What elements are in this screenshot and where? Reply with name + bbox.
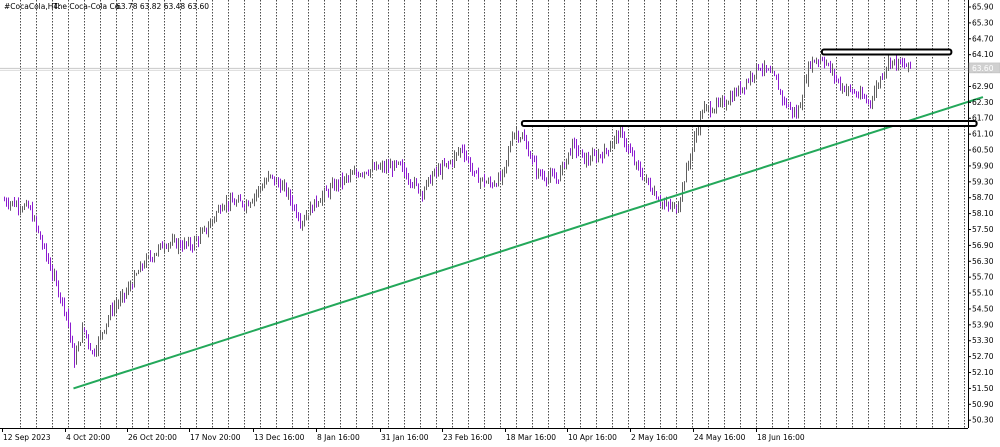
price-tick-label: 55.10 xyxy=(972,289,994,298)
time-tick-label: 13 Dec 16:00 xyxy=(254,433,305,442)
price-tick-label: 50.90 xyxy=(972,400,994,409)
price-tick-label: 55.70 xyxy=(972,273,994,282)
price-tick-label: 50.30 xyxy=(972,416,994,425)
time-tick-label: 2 May 16:00 xyxy=(631,433,678,442)
price-tick-label: 59.30 xyxy=(972,177,994,186)
price-tick-label: 64.10 xyxy=(972,50,994,59)
price-badge-label: 63.60 xyxy=(972,64,994,73)
price-chart[interactable]: 65.9065.3064.7064.1063.5062.9062.3061.70… xyxy=(0,0,1000,443)
chart-canvas[interactable]: 65.9065.3064.7064.1063.5062.9062.3061.70… xyxy=(0,0,1000,443)
instrument-name: The Coca-Cola Co. xyxy=(52,2,122,11)
time-tick-label: 26 Oct 20:00 xyxy=(128,433,177,442)
drawings[interactable] xyxy=(73,48,984,390)
resistance-line[interactable] xyxy=(520,120,978,128)
time-tick-label: 24 May 16:00 xyxy=(694,433,746,442)
time-tick-label: 17 Nov 20:00 xyxy=(190,433,241,442)
price-tick-label: 58.10 xyxy=(972,209,994,218)
grid xyxy=(20,0,965,428)
price-tick-label: 65.90 xyxy=(972,3,994,12)
bid-line xyxy=(0,67,968,71)
price-tick-label: 60.50 xyxy=(972,146,994,155)
candles xyxy=(4,51,911,368)
axes: 65.9065.3064.7064.1063.5062.9062.3061.70… xyxy=(0,0,1000,442)
time-tick-label: 23 Feb 16:00 xyxy=(443,433,492,442)
price-tick-label: 53.90 xyxy=(972,320,994,329)
price-tick-label: 53.30 xyxy=(972,336,994,345)
time-tick-label: 8 Jan 16:00 xyxy=(317,433,360,442)
time-tick-label: 18 Mar 16:00 xyxy=(506,433,556,442)
price-tick-label: 59.90 xyxy=(972,161,994,170)
price-tick-label: 52.10 xyxy=(972,368,994,377)
time-tick-label: 10 Apr 16:00 xyxy=(568,433,617,442)
price-tick-label: 56.30 xyxy=(972,257,994,266)
time-tick-label: 31 Jan 16:00 xyxy=(381,433,429,442)
price-tick-label: 54.50 xyxy=(972,304,994,313)
price-tick-label: 61.10 xyxy=(972,130,994,139)
resistance-line[interactable] xyxy=(820,48,953,56)
price-tick-label: 64.70 xyxy=(972,34,994,43)
price-tick-label: 57.50 xyxy=(972,225,994,234)
time-tick-label: 12 Sep 2023 xyxy=(3,433,51,442)
price-tick-label: 51.50 xyxy=(972,384,994,393)
ohlc-values: 63.78 63.82 63.48 63.60 xyxy=(116,2,209,11)
price-tick-label: 65.30 xyxy=(972,18,994,27)
trendline[interactable] xyxy=(73,96,984,390)
time-tick-label: 4 Oct 20:00 xyxy=(66,433,110,442)
price-tick-label: 56.90 xyxy=(972,241,994,250)
price-tick-label: 62.30 xyxy=(972,98,994,107)
price-tick-label: 62.90 xyxy=(972,82,994,91)
price-tick-label: 52.70 xyxy=(972,352,994,361)
time-tick-label: 18 Jun 16:00 xyxy=(757,433,805,442)
price-tick-label: 58.70 xyxy=(972,193,994,202)
price-tick-label: 61.70 xyxy=(972,114,994,123)
